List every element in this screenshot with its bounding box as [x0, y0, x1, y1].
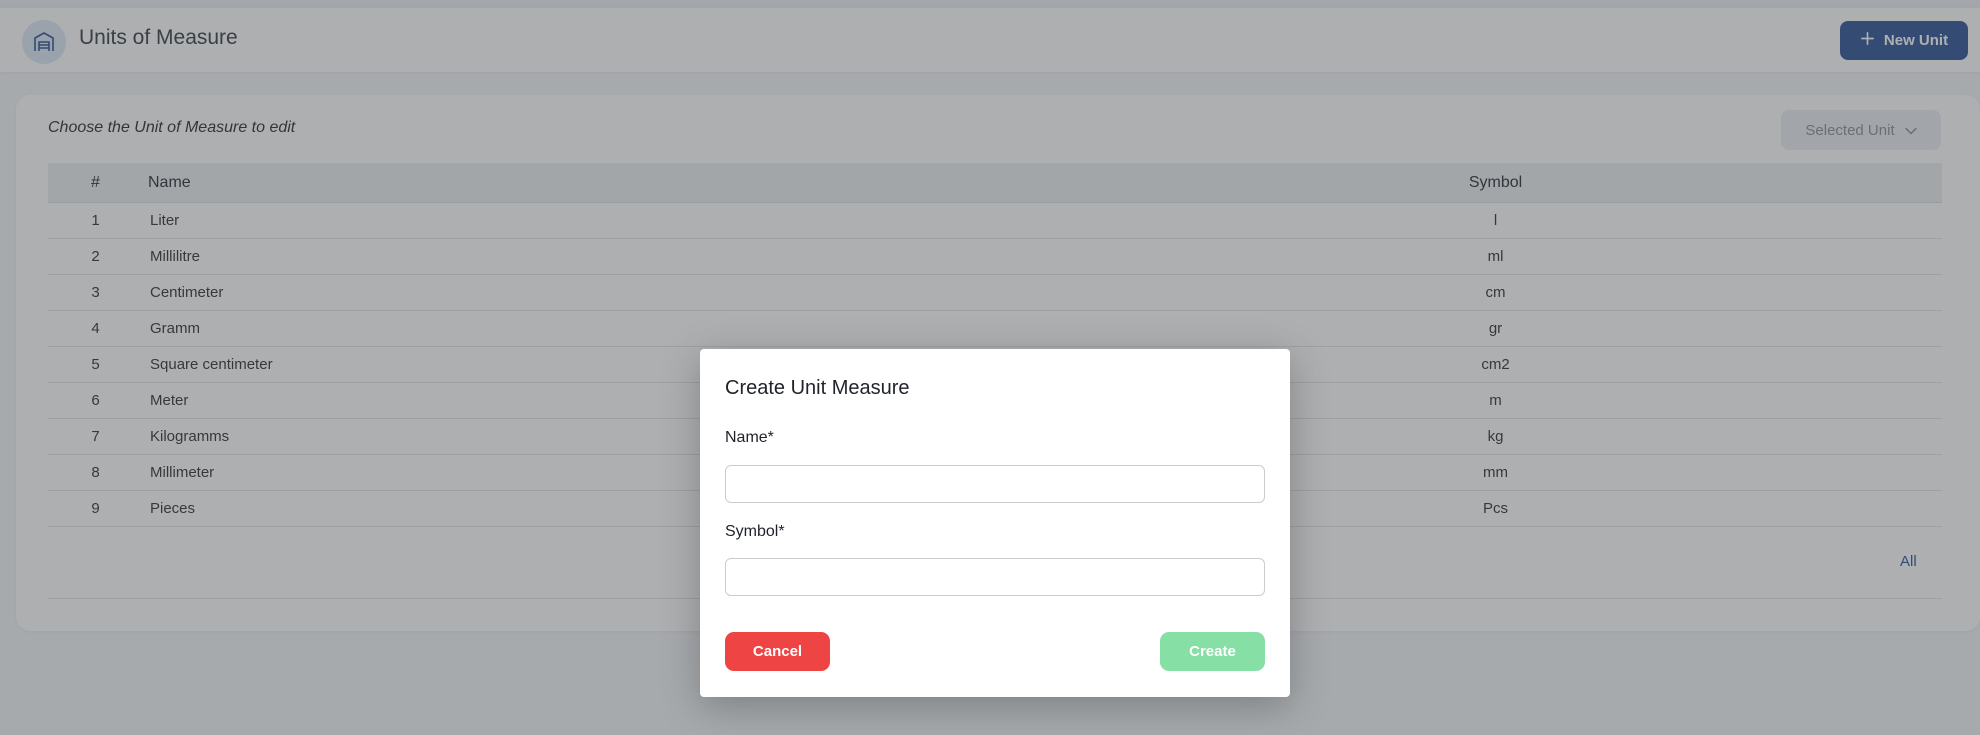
name-label: Name*: [725, 429, 774, 446]
create-unit-dialog: Create Unit Measure Name* Symbol* Cancel…: [700, 349, 1290, 697]
cancel-button[interactable]: Cancel: [725, 632, 830, 671]
create-button[interactable]: Create: [1160, 632, 1265, 671]
symbol-label: Symbol*: [725, 523, 785, 540]
name-input[interactable]: [725, 465, 1265, 503]
dialog-title: Create Unit Measure: [725, 377, 910, 399]
symbol-input[interactable]: [725, 558, 1265, 596]
